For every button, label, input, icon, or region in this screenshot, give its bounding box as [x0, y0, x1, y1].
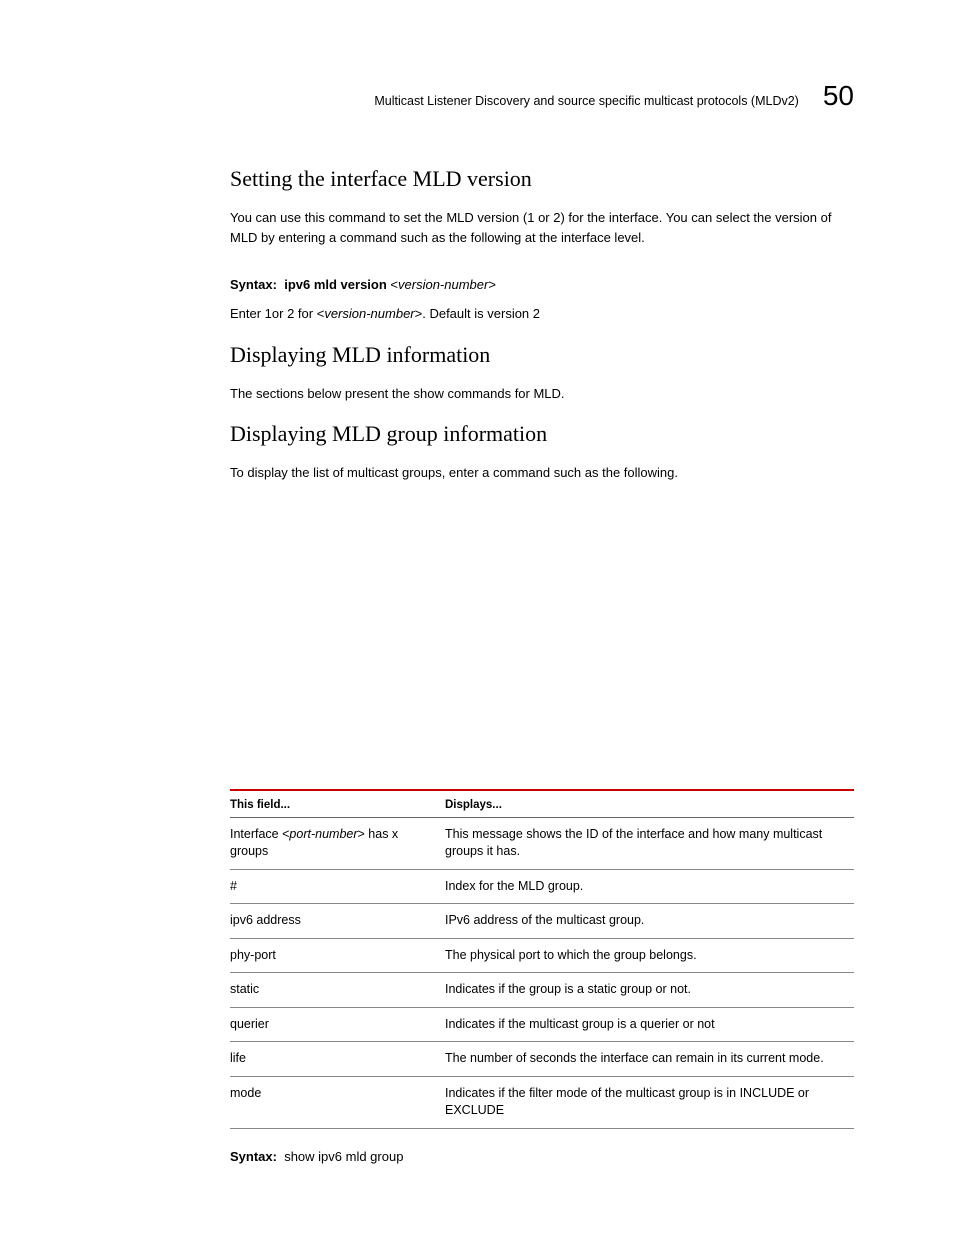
para-setting-version: You can use this command to set the MLD …: [230, 208, 854, 247]
table-row: ipv6 address IPv6 address of the multica…: [230, 904, 854, 939]
syntax-command: ipv6 mld version: [284, 277, 387, 292]
syntax-note: Enter 1or 2 for <version-number>. Defaul…: [230, 304, 854, 324]
syntax-arg: version-number: [398, 277, 488, 292]
field-arg: port-number: [289, 827, 357, 841]
cell-field: phy-port: [230, 938, 445, 973]
col-head-displays: Displays...: [445, 790, 854, 818]
cell-desc: Indicates if the group is a static group…: [445, 973, 854, 1008]
para-displaying-group: To display the list of multicast groups,…: [230, 463, 854, 483]
table-row: static Indicates if the group is a stati…: [230, 973, 854, 1008]
cell-field: #: [230, 869, 445, 904]
footer-syntax-label: Syntax:: [230, 1149, 277, 1164]
heading-displaying-info: Displaying MLD information: [230, 342, 854, 368]
syntax-line-version: Syntax: ipv6 mld version <version-number…: [230, 277, 854, 292]
cell-desc: Indicates if the multicast group is a qu…: [445, 1007, 854, 1042]
para-displaying-info: The sections below present the show comm…: [230, 384, 854, 404]
footer-syntax-cmd: show ipv6 mld group: [284, 1149, 403, 1164]
syntax-arg-close: >: [488, 277, 496, 292]
note-arg: version-number: [324, 306, 414, 321]
cell-desc: The number of seconds the interface can …: [445, 1042, 854, 1077]
syntax-arg-open: <: [387, 277, 398, 292]
footer-syntax: Syntax: show ipv6 mld group: [230, 1149, 854, 1164]
table-row: mode Indicates if the filter mode of the…: [230, 1076, 854, 1128]
table-row: # Index for the MLD group.: [230, 869, 854, 904]
heading-setting-version: Setting the interface MLD version: [230, 166, 854, 192]
cell-field: static: [230, 973, 445, 1008]
cell-field: querier: [230, 1007, 445, 1042]
table-header-row: This field... Displays...: [230, 790, 854, 818]
cell-desc: Index for the MLD group.: [445, 869, 854, 904]
chapter-number: 50: [823, 80, 854, 112]
content-gap: [230, 501, 854, 781]
field-pre: Interface <: [230, 827, 289, 841]
heading-displaying-group: Displaying MLD group information: [230, 421, 854, 447]
cell-desc: The physical port to which the group bel…: [445, 938, 854, 973]
page-content: Multicast Listener Discovery and source …: [0, 0, 954, 1224]
syntax-label: Syntax:: [230, 277, 277, 292]
cell-desc: IPv6 address of the multicast group.: [445, 904, 854, 939]
running-title: Multicast Listener Discovery and source …: [374, 94, 798, 108]
table-row: phy-port The physical port to which the …: [230, 938, 854, 973]
table-row: Interface <port-number> has x groups Thi…: [230, 817, 854, 869]
note-prefix: Enter 1or 2 for <: [230, 306, 324, 321]
cell-field: life: [230, 1042, 445, 1077]
fields-table: This field... Displays... Interface <por…: [230, 789, 854, 1129]
col-head-field: This field...: [230, 790, 445, 818]
note-suffix: >. Default is version 2: [415, 306, 540, 321]
cell-desc: Indicates if the filter mode of the mult…: [445, 1076, 854, 1128]
running-header: Multicast Listener Discovery and source …: [230, 80, 854, 112]
cell-field: Interface <port-number> has x groups: [230, 817, 445, 869]
table-row: querier Indicates if the multicast group…: [230, 1007, 854, 1042]
table-row: life The number of seconds the interface…: [230, 1042, 854, 1077]
cell-desc: This message shows the ID of the interfa…: [445, 817, 854, 869]
cell-field: mode: [230, 1076, 445, 1128]
cell-field: ipv6 address: [230, 904, 445, 939]
